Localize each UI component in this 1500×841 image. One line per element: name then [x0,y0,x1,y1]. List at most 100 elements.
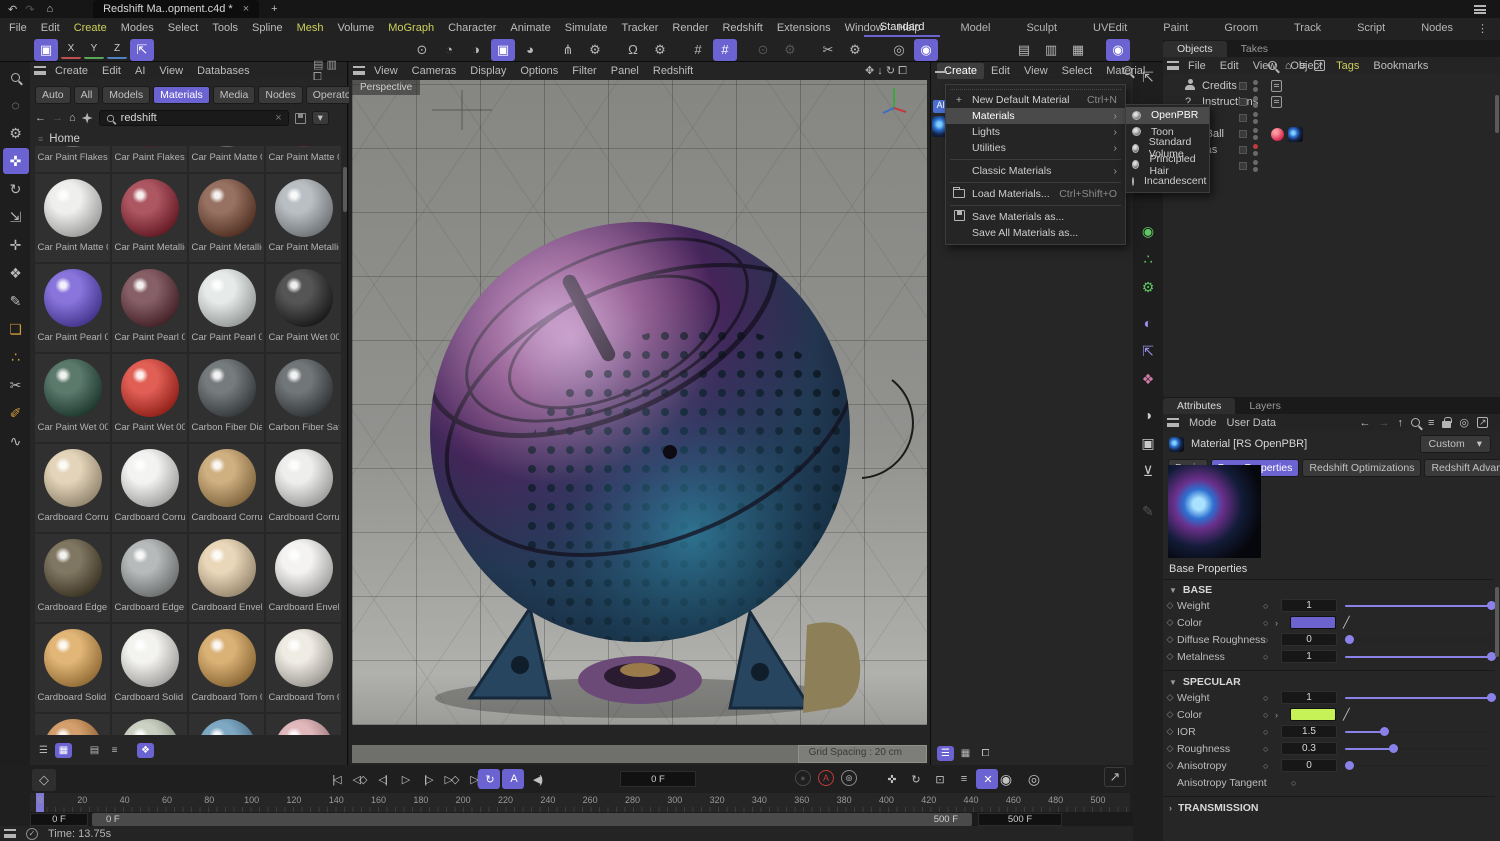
material-preview[interactable] [1168,465,1261,558]
material-asset[interactable]: Cardboard Edge 0... [35,534,110,622]
axis-lock-icon[interactable]: ⇱ [130,39,154,61]
node-port-icon[interactable]: ○ [1263,710,1268,720]
range-start-field[interactable]: 0 F [30,813,88,826]
mat-swatch-view-icon[interactable]: ⧠ [977,746,994,761]
home-grip-icon[interactable]: ≡ [38,134,43,144]
menu-spline[interactable]: Spline [245,20,290,36]
render-view-icon[interactable]: ▤ [1012,39,1036,61]
keyframe-hud-button[interactable]: A [502,769,524,789]
nav-home-icon[interactable]: ⌂ [69,112,76,124]
enable-toggle[interactable] [1239,82,1247,90]
submenu-item-openpbr[interactable]: OpenPBR [1126,107,1209,124]
filter-chip-models[interactable]: Models [102,86,150,104]
redshift-cluster-icon[interactable]: ∴ [1135,246,1161,272]
objects-home-icon[interactable]: ⌂ [1285,60,1292,72]
create-menu-item-utilities[interactable]: Utilities› [946,140,1125,156]
nav-forward-icon[interactable]: → [52,112,63,124]
workspace-tab-groom[interactable]: Groom [1208,20,1274,36]
material-asset[interactable]: Car Paint Flakes 0... [112,146,187,172]
filter-chip-materials[interactable]: Materials [153,86,210,104]
visibility-toggle-render[interactable] [1253,151,1258,156]
play-button[interactable]: ▷ [394,769,416,789]
material-asset[interactable]: Cardboard Solid 0... [35,624,110,712]
viewport-menu-icon[interactable] [353,66,365,75]
menu-extensions[interactable]: Extensions [770,20,838,36]
menu-volume[interactable]: Volume [331,20,382,36]
attr-filter-icon[interactable]: ≡ [1428,417,1434,429]
perspective-viewport[interactable]: ViewCamerasDisplayOptionsFilterPanelReds… [349,62,930,765]
record-button[interactable]: ● [795,770,811,786]
objects-search-icon[interactable] [1268,61,1277,70]
breadcrumb[interactable]: Home [49,133,80,145]
value-field[interactable]: 1 [1281,650,1337,663]
viewport-menu-options[interactable]: Options [513,63,565,79]
spline-points-icon[interactable]: ∴ [3,344,29,370]
object-row-rball[interactable]: rBall [1163,126,1500,142]
sort-icon[interactable]: ≡ [106,743,123,758]
material-asset[interactable]: Car Paint Wet 001... [112,354,187,442]
spline-pen-icon[interactable]: ✎ [3,288,29,314]
menu-simulate[interactable]: Simulate [558,20,615,36]
matmgr-menu-view[interactable]: View [1017,63,1055,79]
sound-button[interactable]: ◀) [526,769,548,789]
material-asset[interactable]: Car Paint Matte 0... [35,174,110,262]
transform-tool-icon[interactable]: ✛ [3,232,29,258]
current-frame-field[interactable]: 0 F [620,771,696,787]
attr-search-icon[interactable] [1411,418,1420,427]
material-asset[interactable]: Car Paint Metallic ... [189,174,264,262]
material-asset[interactable]: Car Paint Wet 001... [266,264,341,352]
history-forward-icon[interactable]: ↷ [25,3,34,16]
material-asset[interactable]: Carbon Fiber Sati... [266,354,341,442]
value-field[interactable]: 1.5 [1281,725,1337,738]
material-asset[interactable] [35,714,110,735]
material-asset[interactable]: Cardboard Edge 0... [112,534,187,622]
nav-back-icon[interactable]: ← [35,112,46,124]
expand-arrow-icon[interactable]: › [1275,710,1278,720]
range-end-field[interactable]: 500 F [978,813,1062,826]
matmgr-menu-edit[interactable]: Edit [984,63,1017,79]
visibility-toggle-render[interactable] [1253,167,1258,172]
autokey-button[interactable]: A [818,770,834,786]
material-asset[interactable]: Car Paint Metallic ... [112,174,187,262]
material-asset[interactable] [266,714,341,735]
visibility-toggle-editor[interactable] [1253,128,1258,133]
primitive-sphere-icon[interactable]: ◑ [464,39,488,61]
render-settings-icon[interactable]: ▦ [1066,39,1090,61]
menu-tracker[interactable]: Tracker [615,20,666,36]
viewport-nav-icons[interactable]: ✥ ↓ ↻ ⧠ [865,64,907,78]
annotate-pencil-icon[interactable]: ✎ [1135,498,1161,524]
workspace-tab-script[interactable]: Script [1341,20,1401,36]
menu-file[interactable]: File [2,20,34,36]
material-asset[interactable]: Car Paint Wet 001... [35,354,110,442]
menu-mesh[interactable]: Mesh [290,20,331,36]
material-asset[interactable]: Car Paint Pearl 00... [35,264,110,352]
material-asset[interactable]: Cardboard Envelo... [266,534,341,622]
display-tag-icon[interactable] [1271,128,1284,141]
objects-menu-tags[interactable]: Tags [1329,58,1366,74]
viewport-canvas[interactable] [352,80,927,725]
node-port-icon[interactable]: ○ [1263,693,1268,703]
workspace-tab-paint[interactable]: Paint [1147,20,1204,36]
matmgr-search-icon[interactable] [1123,66,1132,75]
anim-dot-icon[interactable]: ◇ [1163,760,1177,771]
create-menu-item-lights[interactable]: Lights› [946,124,1125,140]
object-row[interactable] [1163,158,1500,174]
viewport-menu-filter[interactable]: Filter [565,63,603,79]
snap-workplane-icon[interactable]: # [713,39,737,61]
mat-grid-view-icon[interactable]: ▦ [957,746,974,761]
key-parameter-button[interactable]: ≡ [952,769,974,789]
node-port-icon[interactable]: ○ [1263,652,1268,662]
status-menu-icon[interactable] [4,829,16,838]
asset-menu-edit[interactable]: Edit [95,63,128,79]
material-asset[interactable]: Cardboard Corrug... [266,444,341,532]
solo-animation-button[interactable]: ◉ [995,769,1017,789]
submenu-item-incandescent[interactable]: Incandescent [1126,173,1209,190]
primitive-arc-icon[interactable]: ◔ [437,39,461,61]
move-tool-icon[interactable]: ✜ [3,148,29,174]
create-menu-item-load-materials[interactable]: Load Materials...Ctrl+Shift+O [946,186,1125,202]
redshift-polygon-icon[interactable]: ❖ [1135,366,1161,392]
material-asset[interactable]: Cardboard Corrug... [35,444,110,532]
objects-menu-icon[interactable] [1167,61,1179,70]
eyedropper-icon[interactable]: ╱ [1343,708,1350,721]
value-field[interactable]: 1 [1281,691,1337,704]
